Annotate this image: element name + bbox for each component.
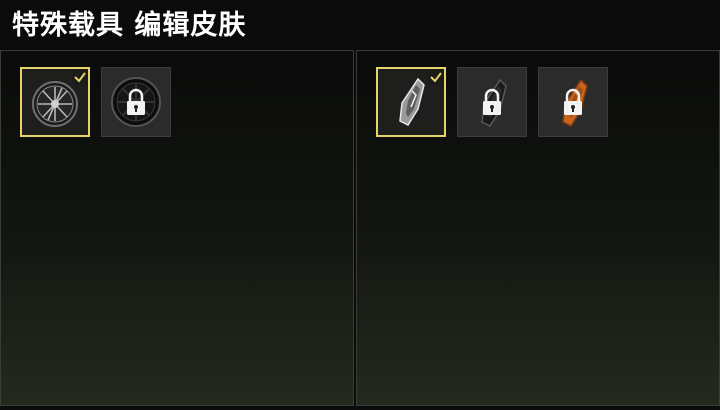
skin-slot-orange-body[interactable] xyxy=(538,67,608,137)
wheel-skin-panel xyxy=(0,50,354,406)
lock-icon xyxy=(483,88,501,115)
skin-slot-black-wheel[interactable] xyxy=(101,67,171,137)
check-icon xyxy=(72,69,88,85)
skin-slot-dark-body[interactable] xyxy=(457,67,527,137)
check-icon xyxy=(428,69,444,85)
lock-icon xyxy=(564,88,582,115)
body-skin-panel xyxy=(356,50,720,406)
lock-icon xyxy=(127,88,145,115)
skin-slot-silver-body[interactable] xyxy=(376,67,446,137)
page-title: 特殊载具 编辑皮肤 xyxy=(12,10,247,41)
skin-slot-rim-wheel[interactable] xyxy=(20,67,90,137)
